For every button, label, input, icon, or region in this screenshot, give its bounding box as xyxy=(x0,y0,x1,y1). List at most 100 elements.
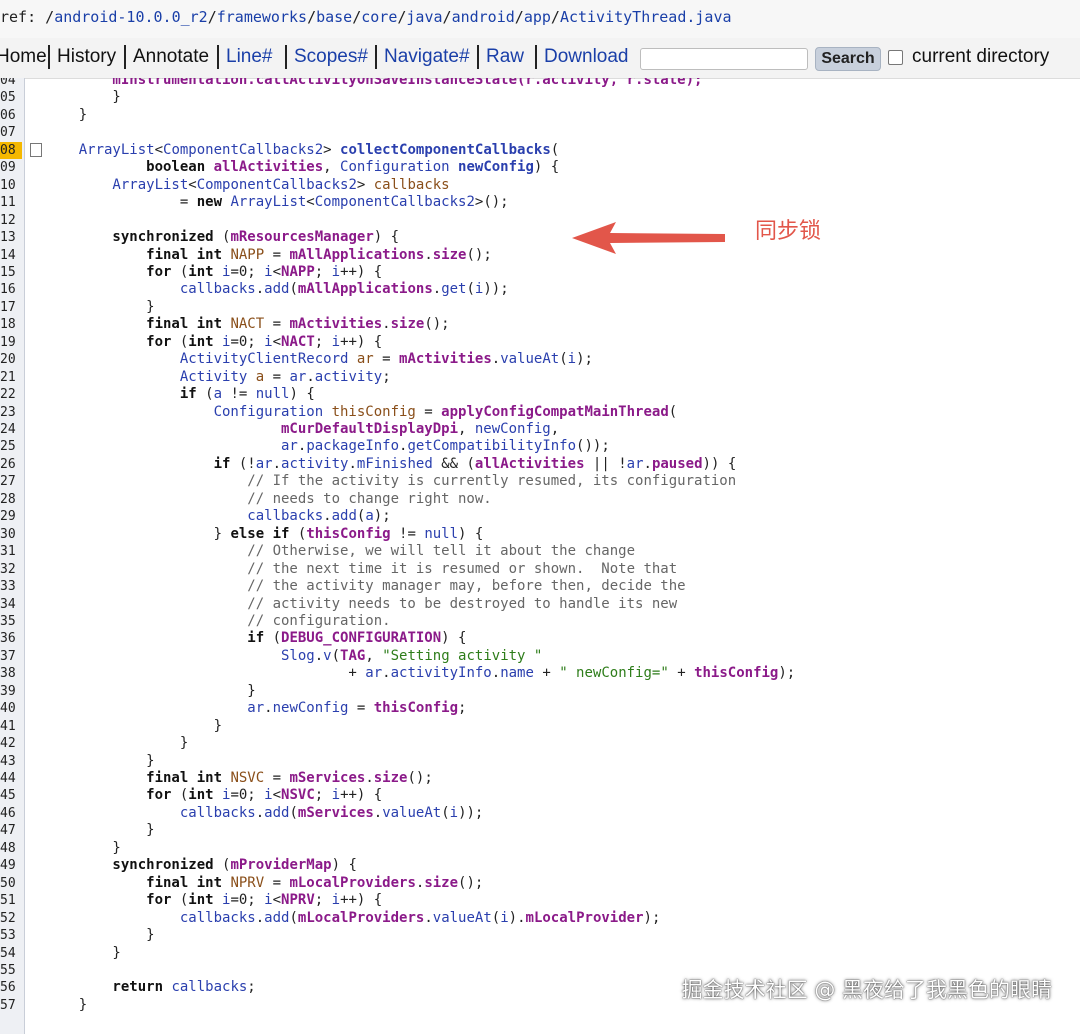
code-token: mInstrumentation.callActivityOnSaveInsta… xyxy=(45,78,703,88)
line-number-link[interactable]: 50 xyxy=(0,875,22,892)
line-number-link[interactable]: 13 xyxy=(0,229,22,246)
line-number-link[interactable]: 20 xyxy=(0,351,22,368)
line-number-link[interactable]: 16 xyxy=(0,281,22,298)
line-number-link[interactable]: 36 xyxy=(0,630,22,647)
code-token: i xyxy=(264,263,273,280)
line-number-link[interactable]: 09 xyxy=(0,159,22,176)
code-token: ) { xyxy=(289,386,315,403)
breadcrumb-link-core[interactable]: core xyxy=(361,8,397,26)
code-token: . xyxy=(432,281,442,298)
code-text: callbacks.add(a); xyxy=(45,508,390,525)
current-directory-checkbox[interactable] xyxy=(888,50,903,65)
code-token: new xyxy=(196,194,231,211)
breadcrumb-link-file[interactable]: ActivityThread.java xyxy=(560,8,732,26)
code-token: ArrayList xyxy=(230,194,307,211)
scope-fold-icon[interactable] xyxy=(30,142,42,157)
nav-navigate[interactable]: Navigate# xyxy=(384,46,470,68)
line-number-link[interactable]: 15 xyxy=(0,264,22,281)
line-number-link[interactable]: 23 xyxy=(0,404,22,421)
line-number-link[interactable]: 33 xyxy=(0,578,22,595)
line-number-link[interactable]: 10 xyxy=(0,177,22,194)
line-number-link[interactable]: 39 xyxy=(0,683,22,700)
line-number-link[interactable]: 18 xyxy=(0,316,22,333)
line-number-link[interactable]: 12 xyxy=(0,212,22,229)
line-number-link[interactable]: 53 xyxy=(0,927,22,944)
search-button[interactable]: Search xyxy=(815,47,881,71)
code-line: 34 // activity needs to be destroyed to … xyxy=(0,596,1080,613)
line-number-link[interactable]: 17 xyxy=(0,299,22,316)
line-number-link[interactable]: 29 xyxy=(0,508,22,525)
line-number-link[interactable]: 47 xyxy=(0,822,22,839)
code-line: 14 final int NAPP = mAllApplications.siz… xyxy=(0,247,1080,264)
nav-scopes[interactable]: Scopes# xyxy=(294,46,368,68)
code-token: i xyxy=(331,333,341,350)
line-number-link[interactable]: 30 xyxy=(0,526,22,543)
line-number-link[interactable]: 48 xyxy=(0,840,22,857)
line-number-link[interactable]: 25 xyxy=(0,438,22,455)
code-token: int xyxy=(188,892,223,909)
line-number-link[interactable]: 45 xyxy=(0,787,22,804)
breadcrumb-link-base[interactable]: base xyxy=(316,8,352,26)
code-token: ++) { xyxy=(340,333,383,350)
code-line: 32 // the next time it is resumed or sho… xyxy=(0,561,1080,578)
nav-download[interactable]: Download xyxy=(544,46,629,68)
line-number-link[interactable]: 37 xyxy=(0,648,22,665)
code-line: 47 } xyxy=(0,822,1080,839)
line-number-link[interactable]: 46 xyxy=(0,805,22,822)
nav-annotate[interactable]: Annotate xyxy=(133,46,209,68)
code-token: newConfig xyxy=(458,159,534,176)
line-number-link[interactable]: 51 xyxy=(0,892,22,909)
line-number-link[interactable]: 32 xyxy=(0,561,22,578)
line-number-link[interactable]: 14 xyxy=(0,247,22,264)
code-token: newConfig xyxy=(272,700,349,717)
line-number-link[interactable]: 27 xyxy=(0,473,22,490)
code-token: ; xyxy=(314,787,332,804)
line-number-link[interactable]: 21 xyxy=(0,369,22,386)
line-number-link[interactable]: 52 xyxy=(0,910,22,927)
line-number-link[interactable]: 22 xyxy=(0,386,22,403)
breadcrumb-link-frameworks[interactable]: frameworks xyxy=(217,8,307,26)
line-number-link[interactable]: 26 xyxy=(0,456,22,473)
line-number-link[interactable]: 42 xyxy=(0,735,22,752)
nav-line[interactable]: Line# xyxy=(226,46,273,68)
line-number-link[interactable]: 54 xyxy=(0,945,22,962)
line-number-link[interactable]: 38 xyxy=(0,665,22,682)
line-number-link[interactable]: 44 xyxy=(0,770,22,787)
breadcrumb-link-android-pkg[interactable]: android xyxy=(452,8,515,26)
line-number-link[interactable]: 55 xyxy=(0,962,22,979)
line-number-link[interactable]: 43 xyxy=(0,753,22,770)
line-number-link[interactable]: 34 xyxy=(0,596,22,613)
nav-history[interactable]: History xyxy=(57,46,116,68)
line-number-link[interactable]: 07 xyxy=(0,124,22,141)
line-number-link[interactable]: 05 xyxy=(0,89,22,106)
line-number-link[interactable]: 57 xyxy=(0,997,22,1014)
line-number-link[interactable]: 28 xyxy=(0,491,22,508)
line-number-link[interactable]: 31 xyxy=(0,543,22,560)
search-input[interactable] xyxy=(640,48,808,70)
line-number-link[interactable]: 06 xyxy=(0,107,22,124)
breadcrumb-link-java[interactable]: java xyxy=(406,8,442,26)
code-token: ; xyxy=(314,263,332,280)
code-token: } xyxy=(45,717,223,734)
nav-home[interactable]: Home xyxy=(0,46,47,68)
breadcrumb-link-android[interactable]: android-10.0.0_r2 xyxy=(54,8,208,26)
code-token: > xyxy=(323,141,341,158)
nav-raw[interactable]: Raw xyxy=(486,46,524,68)
line-number-link[interactable]: 40 xyxy=(0,700,22,717)
line-number-link[interactable]: 35 xyxy=(0,613,22,630)
arrow-annotation-icon xyxy=(572,222,725,254)
code-token: ( xyxy=(466,281,475,298)
code-text: ar.newConfig = thisConfig; xyxy=(45,700,466,717)
line-number-link[interactable]: 24 xyxy=(0,421,22,438)
line-number-link[interactable]: 49 xyxy=(0,857,22,874)
code-text: ar.packageInfo.getCompatibilityInfo()); xyxy=(45,438,610,455)
line-number-link[interactable]: 08 xyxy=(0,141,22,159)
code-token: newConfig xyxy=(474,421,551,437)
line-number-link[interactable]: 04 xyxy=(0,78,22,89)
line-number-link[interactable]: 56 xyxy=(0,979,22,996)
code-view: 04 mInstrumentation.callActivityOnSaveIn… xyxy=(0,78,1080,1034)
line-number-link[interactable]: 41 xyxy=(0,718,22,735)
line-number-link[interactable]: 19 xyxy=(0,334,22,351)
breadcrumb-link-app[interactable]: app xyxy=(524,8,551,26)
line-number-link[interactable]: 11 xyxy=(0,194,22,211)
